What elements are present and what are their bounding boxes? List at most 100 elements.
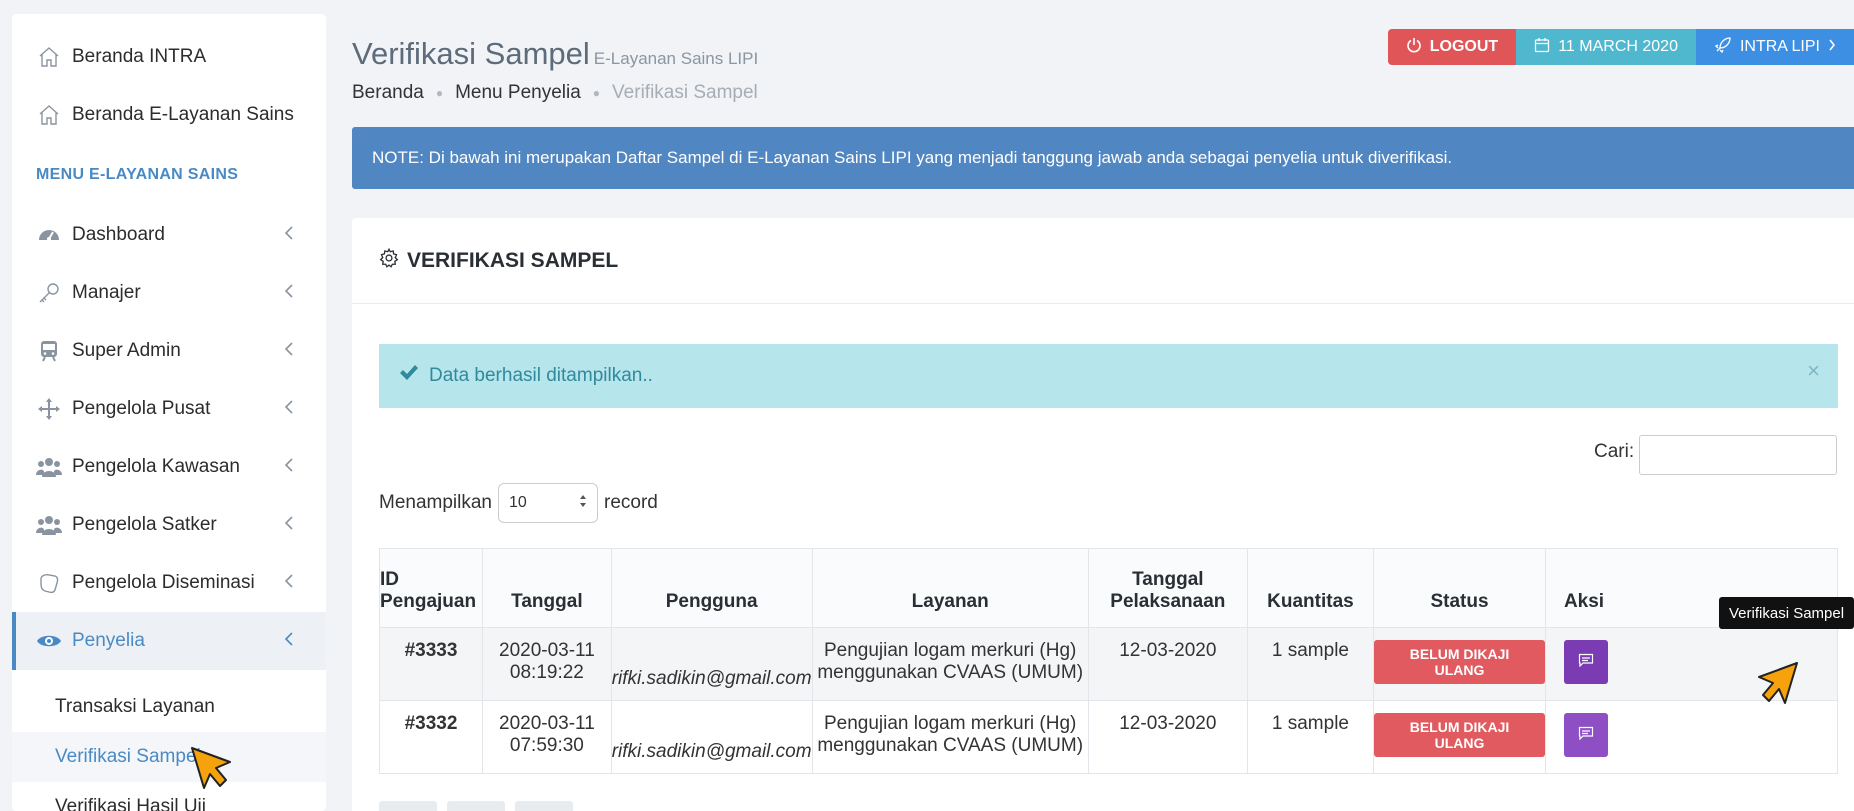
status-badge: BELUM DIKAJI ULANG [1374, 713, 1545, 757]
sidebar-item-label: Pengelola Satker [72, 514, 217, 535]
pagination-page-button[interactable] [447, 801, 505, 811]
column-header-tanggal-pelaksanaan[interactable]: Tanggal Pelaksanaan [1087, 548, 1248, 628]
cell-layanan-line1: Pengujian logam merkuri (Hg) [823, 713, 1077, 734]
intra-lipi-label: INTRA LIPI [1739, 38, 1820, 55]
pagination-next-button[interactable] [515, 801, 573, 811]
column-header-tanggal[interactable]: Tanggal [482, 548, 612, 628]
column-header-kuantitas[interactable]: Kuantitas [1246, 548, 1375, 628]
hand-icon [36, 570, 62, 596]
card-header: VERIFIKASI SAMPEL [352, 218, 1854, 304]
note-banner: NOTE: Di bawah ini merupakan Daftar Samp… [352, 127, 1854, 189]
cell-aksi [1544, 700, 1839, 774]
length-suffix: record [604, 492, 658, 513]
chevron-left-icon [284, 514, 294, 536]
column-header-id[interactable]: ID Pengajuan [378, 548, 484, 628]
page-length-control: Menampilkan 10 record [379, 483, 658, 523]
sidebar-item-label: Pengelola Kawasan [72, 456, 240, 477]
cell-tanggal-pelaksanaan: 12-03-2020 [1087, 700, 1248, 774]
sidebar-item-beranda-intra[interactable]: Beranda INTRA [12, 28, 326, 86]
rocket-icon [1714, 36, 1732, 59]
pagination-prev-button[interactable] [379, 801, 437, 811]
logout-button[interactable]: LOGOUT [1387, 29, 1517, 65]
card-title: VERIFIKASI SAMPEL [407, 248, 619, 272]
cell-tanggal-pelaksanaan: 12-03-2020 [1087, 627, 1248, 701]
breadcrumb: Beranda ● Menu Penyelia ● Verifikasi Sam… [352, 82, 758, 104]
sidebar-item-pengelola-kawasan[interactable]: Pengelola Kawasan [12, 438, 326, 496]
sidebar-item-manajer[interactable]: Manajer [12, 264, 326, 322]
tooltip: Verifikasi Sampel [1719, 597, 1854, 629]
sidebar-item-pengelola-diseminasi[interactable]: Pengelola Diseminasi [12, 554, 326, 612]
breadcrumb-item-menu-penyelia[interactable]: Menu Penyelia [455, 82, 581, 104]
sidebar-subitem-transaksi-layanan[interactable]: Transaksi Layanan [12, 682, 326, 732]
sidebar-item-label: Dashboard [72, 224, 165, 245]
page-title-text: Verifikasi Sampel [352, 36, 590, 71]
chevron-left-icon [284, 340, 294, 362]
chevron-left-icon [284, 224, 294, 246]
sidebar-item-label: Beranda E-Layanan Sains [72, 104, 294, 125]
table-row: #3332 2020-03-11 07:59:30 rifki.sadikin@… [378, 700, 1839, 774]
breadcrumb-item-beranda[interactable]: Beranda [352, 82, 424, 104]
calendar-icon [1534, 37, 1550, 58]
sidebar-subitem-verifikasi-hasil-uji[interactable]: Verifikasi Hasil Uji [12, 782, 326, 811]
search-input[interactable] [1639, 435, 1837, 475]
page-length-select[interactable]: 10 [498, 483, 598, 523]
chevron-left-icon [284, 398, 294, 420]
chevron-left-icon [284, 456, 294, 478]
sidebar-item-pengelola-satker[interactable]: Pengelola Satker [12, 496, 326, 554]
table-header-row: ID Pengajuan Tanggal Pengguna Layanan Ta… [378, 548, 1839, 628]
gear-icon [379, 247, 399, 274]
sidebar-item-label: Manajer [72, 282, 141, 303]
status-badge: BELUM DIKAJI ULANG [1374, 640, 1545, 684]
select-arrows-icon [579, 494, 587, 513]
cell-layanan-line2: menggunakan CVAAS (UMUM) [817, 735, 1084, 756]
cursor-arrow-icon [191, 747, 231, 789]
cell-date: 2020-03-11 [499, 713, 595, 734]
date-button[interactable]: 11 MARCH 2020 [1516, 29, 1696, 65]
sidebar-item-label: Super Admin [72, 340, 181, 361]
column-header-pengguna[interactable]: Pengguna [610, 548, 813, 628]
sidebar-item-super-admin[interactable]: Super Admin [12, 322, 326, 380]
page-subtitle: E-Layanan Sains LIPI [593, 49, 759, 68]
cell-pengguna: rifki.sadikin@gmail.com [610, 627, 813, 701]
cell-tanggal: 2020-03-11 08:19:22 [482, 627, 612, 701]
move-icon [36, 396, 62, 422]
pagination [379, 801, 573, 811]
success-alert: Data berhasil ditampilkan.. × [379, 344, 1838, 408]
sidebar-section-title: MENU E-LAYANAN SAINS [36, 166, 239, 183]
close-icon[interactable]: × [1807, 358, 1820, 384]
cell-layanan-line1: Pengujian logam merkuri (Hg) [823, 640, 1077, 661]
chevron-left-icon [284, 572, 294, 594]
intra-lipi-button[interactable]: INTRA LIPI [1695, 29, 1854, 65]
dashboard-icon [36, 222, 62, 248]
search-label: Cari: [1594, 441, 1635, 462]
column-header-status[interactable]: Status [1373, 548, 1546, 628]
sidebar-item-label: Penyelia [72, 630, 145, 651]
cell-status: BELUM DIKAJI ULANG [1373, 627, 1546, 701]
cell-date: 2020-03-11 [499, 640, 595, 661]
sidebar-item-dashboard[interactable]: Dashboard [12, 206, 326, 264]
sidebar-item-beranda-layanan[interactable]: Beranda E-Layanan Sains [12, 86, 326, 144]
sidebar-subitem-verifikasi-sampel[interactable]: Verifikasi Sampel [12, 732, 326, 782]
cell-id: #3333 [378, 627, 484, 701]
cell-layanan-line2: menggunakan CVAAS (UMUM) [817, 662, 1084, 683]
cell-time: 08:19:22 [509, 662, 584, 683]
chevron-left-icon [284, 282, 294, 304]
top-button-group: LOGOUT 11 MARCH 2020 INTRA LIPI [1387, 29, 1854, 65]
sidebar-item-pengelola-pusat[interactable]: Pengelola Pusat [12, 380, 326, 438]
train-icon [36, 338, 62, 364]
verify-sample-button[interactable] [1563, 713, 1608, 757]
cell-id: #3332 [378, 700, 484, 774]
cursor-arrow-icon [1758, 662, 1798, 704]
home-icon [36, 102, 62, 128]
power-icon [1406, 37, 1422, 58]
verification-card: VERIFIKASI SAMPEL Data berhasil ditampil… [352, 218, 1854, 811]
page-length-value: 10 [509, 494, 527, 511]
verify-sample-button[interactable] [1563, 640, 1608, 684]
column-header-layanan[interactable]: Layanan [811, 548, 1089, 628]
home-icon [36, 44, 62, 70]
sidebar-item-penyelia[interactable]: Penyelia [12, 612, 326, 670]
comment-icon [1578, 651, 1594, 673]
cell-layanan: Pengujian logam merkuri (Hg) menggunakan… [811, 627, 1089, 701]
length-prefix: Menampilkan [379, 492, 492, 513]
date-label: 11 MARCH 2020 [1558, 38, 1678, 55]
